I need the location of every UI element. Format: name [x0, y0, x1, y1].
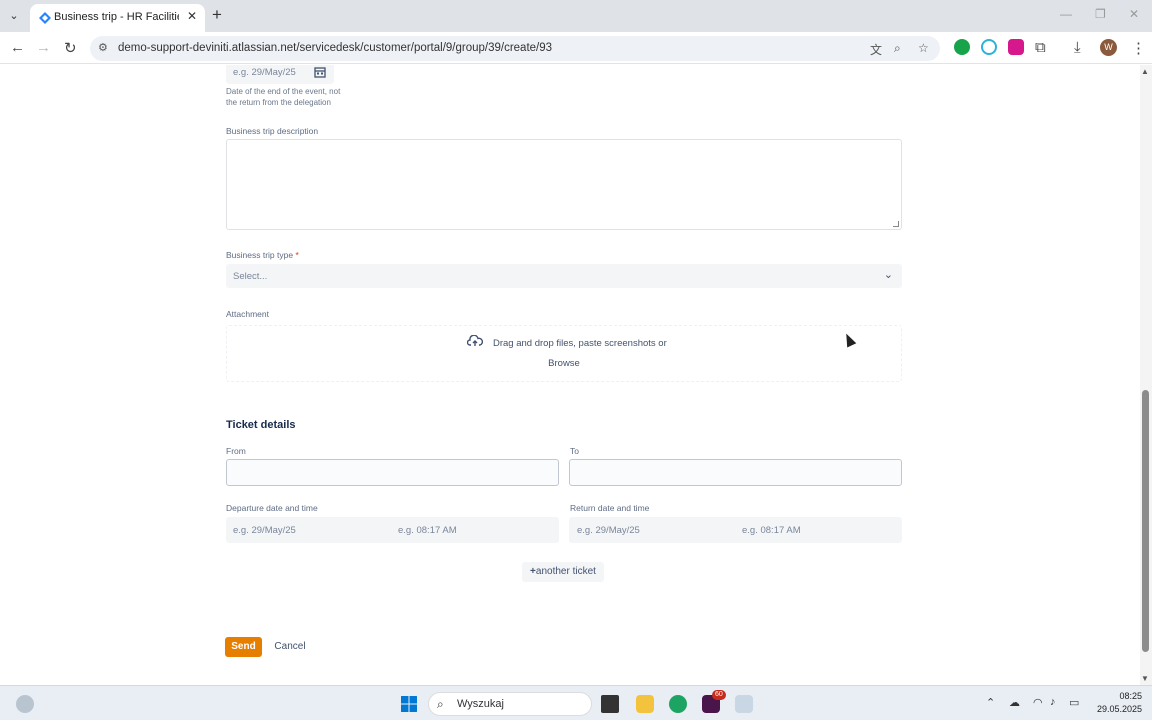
extensions-puzzle-icon[interactable]: ⧉: [1035, 39, 1046, 56]
clock-date: 29.05.2025: [1096, 704, 1142, 714]
tray-chevron-up-icon[interactable]: ⌃: [986, 696, 995, 709]
from-label: From: [226, 446, 246, 456]
minimize-icon[interactable]: —: [1060, 7, 1072, 21]
tab-title: Business trip - HR Facilities - Ji: [54, 11, 179, 23]
close-tab-icon[interactable]: ✕: [187, 9, 197, 23]
departure-label: Departure date and time: [226, 503, 318, 513]
to-input[interactable]: [569, 459, 902, 486]
clock-time: 08:25: [1119, 691, 1142, 701]
system-clock[interactable]: 08:25 29.05.2025: [1097, 690, 1142, 716]
return-time-input[interactable]: e.g. 08:17 AM: [742, 525, 801, 536]
taskbar-search-text: Wyszukaj: [457, 698, 504, 710]
active-tab[interactable]: Business trip - HR Facilities - Ji ✕: [30, 4, 205, 32]
trip-type-select[interactable]: Select... ⌄: [226, 264, 902, 288]
request-form-page: e.g. 29/May/25 Date of the end of the ev…: [0, 65, 1140, 685]
site-info-icon[interactable]: ⚙: [98, 41, 108, 54]
trip-type-placeholder: Select...: [233, 271, 268, 282]
calendar-icon[interactable]: [314, 66, 326, 78]
snipping-tool-icon[interactable]: [735, 695, 753, 713]
wifi-icon[interactable]: ◠: [1033, 696, 1043, 709]
dropzone-text: Drag and drop files, paste screenshots o…: [493, 338, 667, 349]
departure-time-input[interactable]: e.g. 08:17 AM: [398, 525, 457, 536]
return-date-input[interactable]: e.g. 29/May/25: [577, 525, 640, 536]
back-icon[interactable]: ←: [10, 39, 25, 56]
grammarly-extension-icon[interactable]: [954, 39, 970, 55]
browser-tab-bar: ⌄ Business trip - HR Facilities - Ji ✕ +…: [0, 0, 1152, 32]
windows-start-icon[interactable]: [400, 695, 418, 713]
departure-date-input[interactable]: e.g. 29/May/25: [233, 525, 296, 536]
volume-icon[interactable]: ♪: [1050, 696, 1056, 708]
zoom-icon[interactable]: ⌕: [894, 41, 901, 56]
send-button[interactable]: Send: [225, 637, 262, 657]
scrollbar-thumb[interactable]: [1142, 390, 1149, 652]
departure-datetime-field: e.g. 29/May/25 e.g. 08:17 AM: [226, 517, 559, 543]
notification-badge: 60: [712, 690, 726, 700]
extension-icon[interactable]: [981, 39, 997, 55]
trip-type-label: Business trip type *: [226, 250, 299, 260]
battery-icon[interactable]: ▭: [1069, 696, 1079, 709]
file-explorer-icon[interactable]: [636, 695, 654, 713]
address-bar[interactable]: ⚙ demo-support-deviniti.atlassian.net/se…: [90, 36, 940, 61]
jira-favicon-icon: [39, 12, 51, 24]
close-window-icon[interactable]: ✕: [1129, 7, 1139, 21]
bookmark-star-icon[interactable]: ☆: [918, 41, 929, 55]
widgets-icon[interactable]: [16, 695, 34, 713]
return-datetime-field: e.g. 29/May/25 e.g. 08:17 AM: [569, 517, 902, 543]
ticket-details-heading: Ticket details: [226, 419, 296, 431]
search-icon: ⌕: [437, 697, 444, 711]
browse-button[interactable]: Browse: [542, 355, 586, 373]
url-text: demo-support-deviniti.atlassian.net/serv…: [118, 42, 553, 54]
chevron-down-icon: ⌄: [883, 269, 893, 281]
to-label: To: [570, 446, 579, 456]
end-date-help-text: Date of the end of the event, not the re…: [226, 87, 341, 107]
tab-search-chevron-icon[interactable]: ⌄: [6, 8, 22, 24]
return-label: Return date and time: [570, 503, 650, 513]
translate-icon[interactable]: 文: [870, 41, 882, 58]
profile-avatar[interactable]: W: [1100, 39, 1117, 56]
end-date-placeholder: e.g. 29/May/25: [233, 67, 296, 78]
scroll-down-icon[interactable]: ▼: [1141, 674, 1149, 683]
end-date-field[interactable]: e.g. 29/May/25: [226, 65, 334, 84]
description-textarea[interactable]: [226, 139, 902, 230]
new-tab-icon[interactable]: +: [212, 5, 222, 25]
download-icon[interactable]: ⤓: [1074, 39, 1081, 56]
restore-icon[interactable]: ❐: [1095, 7, 1106, 21]
description-label: Business trip description: [226, 126, 319, 136]
reload-icon[interactable]: ↻: [64, 39, 77, 57]
forward-icon[interactable]: →: [36, 39, 51, 56]
add-another-ticket-button[interactable]: +another ticket: [522, 562, 604, 582]
upload-cloud-icon: [467, 335, 483, 346]
cancel-button[interactable]: Cancel: [270, 637, 310, 657]
resize-handle-icon[interactable]: [893, 221, 899, 227]
add-ticket-label: another ticket: [535, 566, 596, 577]
windows-taskbar: ⌕ Wyszukaj 60 ⌃ ☁ ◠ ♪ ▭ 08:25 29.05.2025: [0, 685, 1152, 720]
browser-menu-icon[interactable]: ⋮: [1131, 39, 1146, 57]
browser-toolbar: ← → ↻ ⚙ demo-support-deviniti.atlassian.…: [0, 32, 1152, 64]
task-view-icon[interactable]: [601, 695, 619, 713]
taskbar-search[interactable]: ⌕ Wyszukaj: [428, 692, 592, 716]
scroll-up-icon[interactable]: ▲: [1141, 67, 1149, 76]
attachment-label: Attachment: [226, 309, 269, 319]
page-scrollbar[interactable]: ▲ ▼: [1140, 65, 1152, 685]
attachment-dropzone[interactable]: Drag and drop files, paste screenshots o…: [226, 325, 902, 382]
from-input[interactable]: [226, 459, 559, 486]
chrome-icon[interactable]: [669, 695, 687, 713]
extension-pink-icon[interactable]: [1008, 39, 1024, 55]
onedrive-icon[interactable]: ☁: [1009, 696, 1020, 709]
